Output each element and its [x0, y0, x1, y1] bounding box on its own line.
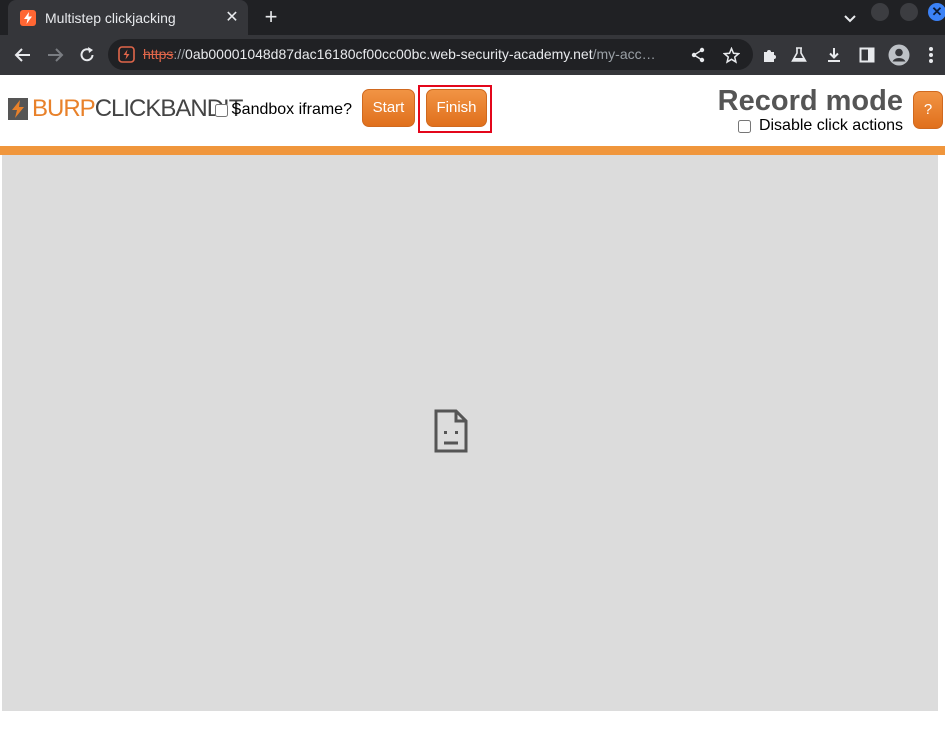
- sandbox-option[interactable]: Sandbox iframe?: [215, 101, 352, 119]
- arrow-left-icon: [14, 48, 30, 62]
- back-button[interactable]: [9, 41, 37, 69]
- extensions-button[interactable]: [758, 43, 782, 67]
- address-bar[interactable]: https://0ab00001048d87dac16180cf00cc00bc…: [108, 39, 753, 70]
- browser-toolbar: https://0ab00001048d87dac16180cf00cc00bc…: [0, 35, 945, 75]
- browser-tab[interactable]: Multistep clickjacking ✕: [8, 0, 248, 35]
- chrome-menu-button[interactable]: [919, 43, 943, 67]
- profile-button[interactable]: [887, 43, 911, 67]
- finish-button[interactable]: Finish: [426, 89, 487, 127]
- tab-title: Multistep clickjacking: [45, 9, 176, 26]
- share-icon: [691, 47, 705, 63]
- url-scheme: https: [143, 46, 174, 62]
- mode-title: Record mode: [717, 85, 903, 117]
- avatar-icon: [888, 44, 910, 66]
- forward-button[interactable]: [41, 41, 69, 69]
- sandbox-checkbox[interactable]: [215, 103, 228, 117]
- side-panel-button[interactable]: [855, 43, 879, 67]
- labs-button[interactable]: [787, 43, 811, 67]
- more-vert-icon: [929, 47, 933, 63]
- burp-lightning-icon: [20, 9, 36, 26]
- sad-page-icon: [434, 409, 468, 453]
- reload-button[interactable]: [73, 41, 101, 69]
- star-icon: [722, 46, 740, 64]
- target-frame[interactable]: [2, 155, 938, 711]
- reload-icon: [80, 47, 94, 62]
- logo-text-burp: BURP: [32, 95, 96, 122]
- url-host: 0ab00001048d87dac16180cf00cc00bc.web-sec…: [185, 46, 593, 62]
- start-button[interactable]: Start: [362, 89, 415, 127]
- disable-click-actions-option[interactable]: Disable click actions: [737, 117, 903, 135]
- accent-divider: [0, 146, 945, 155]
- help-button[interactable]: ?: [913, 91, 943, 129]
- url-text[interactable]: https://0ab00001048d87dac16180cf00cc00bc…: [143, 46, 678, 62]
- not-secure-icon: [118, 46, 135, 63]
- window-close-button[interactable]: ✕: [928, 3, 945, 21]
- arrow-right-icon: [48, 48, 64, 62]
- downloads-button[interactable]: [822, 43, 846, 67]
- share-button[interactable]: [688, 45, 708, 65]
- url-separator: ://: [173, 46, 186, 62]
- tab-strip: Multistep clickjacking ✕ + ✕: [0, 0, 945, 35]
- side-panel-icon: [859, 47, 875, 63]
- minimize-button[interactable]: [871, 3, 889, 21]
- sandbox-label: Sandbox iframe?: [231, 101, 352, 118]
- chevron-down-icon: [844, 15, 856, 23]
- burp-clickbandit-logo: BURPCLICKBANDIT: [8, 95, 243, 122]
- download-icon: [828, 48, 840, 62]
- puzzle-icon: [764, 50, 776, 62]
- burp-logo-icon: [8, 98, 28, 120]
- close-tab-icon[interactable]: ✕: [222, 8, 242, 28]
- url-path: /my-acc…: [592, 46, 656, 62]
- flask-icon: [791, 47, 807, 62]
- disable-click-actions-label: Disable click actions: [758, 117, 903, 134]
- bookmark-button[interactable]: [721, 45, 741, 65]
- clickbandit-toolbar: BURPCLICKBANDIT Sandbox iframe? Start Fi…: [0, 75, 945, 146]
- new-tab-button[interactable]: +: [258, 4, 284, 30]
- disable-click-actions-checkbox[interactable]: [737, 119, 751, 133]
- tab-search-button[interactable]: [838, 6, 862, 30]
- maximize-button[interactable]: [900, 3, 918, 21]
